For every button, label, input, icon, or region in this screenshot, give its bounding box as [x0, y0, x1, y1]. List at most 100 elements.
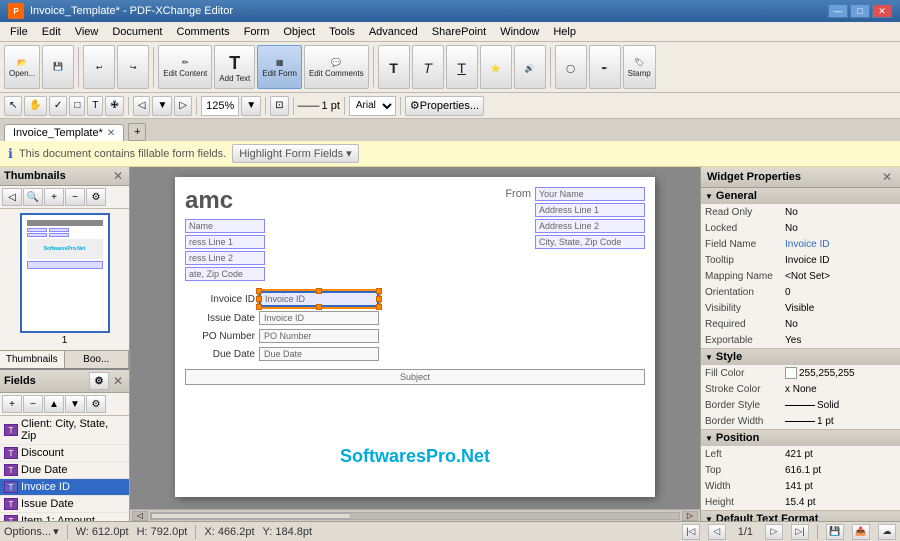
- menu-sharepoint[interactable]: SharePoint: [426, 24, 492, 40]
- tab-close-button[interactable]: ✕: [107, 128, 115, 139]
- fields-move-down-button[interactable]: ▼: [65, 395, 85, 413]
- nav-next-button[interactable]: ▷: [174, 96, 192, 116]
- menu-form[interactable]: Form: [238, 24, 276, 40]
- font-select[interactable]: Arial: [349, 96, 396, 116]
- tab-invoice-template[interactable]: Invoice_Template* ✕: [4, 124, 124, 141]
- cloud-status-button[interactable]: ☁: [878, 524, 896, 540]
- select-tool-button[interactable]: ↖: [4, 96, 22, 116]
- share-status-button[interactable]: 📤: [852, 524, 870, 540]
- field-item-issue-date[interactable]: T Issue Date: [0, 496, 129, 513]
- style-section-header[interactable]: ▼ Style: [701, 349, 900, 365]
- issue-date-field[interactable]: Invoice ID: [259, 311, 379, 325]
- widget-properties-close-button[interactable]: ✕: [880, 170, 894, 184]
- menu-window[interactable]: Window: [494, 24, 545, 40]
- minimize-button[interactable]: —: [828, 4, 848, 18]
- open-button[interactable]: 📂 Open...: [4, 45, 40, 89]
- thumbnails-tab[interactable]: Thumbnails: [0, 351, 65, 368]
- stamp-button[interactable]: 🏷 Stamp: [623, 45, 656, 89]
- fields-close-button[interactable]: ✕: [111, 372, 125, 390]
- scroll-thumb-h[interactable]: [151, 513, 351, 519]
- fields-move-up-button[interactable]: ▲: [44, 395, 64, 413]
- pen-button[interactable]: ✒: [589, 45, 621, 89]
- save-status-button[interactable]: 💾: [826, 524, 844, 540]
- field-item-invoice-id[interactable]: T Invoice ID: [0, 479, 129, 496]
- menu-help[interactable]: Help: [547, 24, 582, 40]
- zoom-dropdown-button[interactable]: ▼: [241, 96, 261, 116]
- properties-button[interactable]: ⚙ Properties...: [405, 96, 484, 116]
- thumbnails-close-button[interactable]: ✕: [111, 169, 125, 183]
- text-italic-button[interactable]: T: [412, 45, 444, 89]
- nav-first-button[interactable]: |◁: [682, 524, 700, 540]
- menu-advanced[interactable]: Advanced: [363, 24, 424, 40]
- nav-prev-button[interactable]: ◁: [133, 96, 151, 116]
- field-address2-left[interactable]: ress Line 2: [185, 251, 265, 265]
- fit-page-button[interactable]: ⊡: [270, 96, 288, 116]
- fill-color-value: 255,255,255: [799, 368, 896, 379]
- check-button[interactable]: ✓: [49, 96, 67, 116]
- type-button[interactable]: T: [87, 96, 103, 116]
- field-name-left[interactable]: Name: [185, 219, 265, 233]
- move-button[interactable]: ✙: [105, 96, 123, 116]
- nav-dropdown-button[interactable]: ▼: [152, 96, 172, 116]
- fields-remove-button[interactable]: −: [23, 395, 43, 413]
- field-address-line1[interactable]: Address Line 1: [535, 203, 645, 217]
- nav-prev-page-button[interactable]: ◁: [708, 524, 726, 540]
- add-text-button[interactable]: T Add Text: [214, 45, 255, 89]
- thumb-arrow-left[interactable]: ◁: [2, 188, 22, 206]
- fields-add-button[interactable]: +: [2, 395, 22, 413]
- close-button[interactable]: ✕: [872, 4, 892, 18]
- menu-file[interactable]: File: [4, 24, 34, 40]
- edit-form-button[interactable]: ▦ Edit Form: [257, 45, 302, 89]
- position-section-header[interactable]: ▼ Position: [701, 430, 900, 446]
- menu-object[interactable]: Object: [277, 24, 321, 40]
- menu-document[interactable]: Document: [106, 24, 168, 40]
- options-status[interactable]: Options... ▾: [4, 525, 59, 538]
- sound-button[interactable]: 🔊: [514, 45, 546, 89]
- zoom-field[interactable]: 125%: [201, 96, 239, 116]
- due-date-field[interactable]: Due Date: [259, 347, 379, 361]
- square-button[interactable]: □: [69, 96, 85, 116]
- horizontal-scrollbar[interactable]: ◁ ▷: [130, 509, 700, 521]
- highlight-form-fields-button[interactable]: Highlight Form Fields ▾: [232, 144, 358, 163]
- nav-last-button[interactable]: ▷|: [791, 524, 809, 540]
- text-bold-button[interactable]: T: [378, 45, 410, 89]
- general-section-header[interactable]: ▼ General: [701, 188, 900, 204]
- undo-button[interactable]: ↩: [83, 45, 115, 89]
- edit-comments-button[interactable]: 💬 Edit Comments: [304, 45, 369, 89]
- fields-settings-button[interactable]: ⚙: [89, 372, 109, 390]
- menu-comments[interactable]: Comments: [171, 24, 236, 40]
- star-button[interactable]: ⭐: [480, 45, 512, 89]
- scroll-right-button[interactable]: ▷: [682, 511, 698, 521]
- shapes-button[interactable]: ◯: [555, 45, 587, 89]
- po-number-field[interactable]: PO Number: [259, 329, 379, 343]
- thumb-plus[interactable]: +: [44, 188, 64, 206]
- field-address-line2[interactable]: Address Line 2: [535, 219, 645, 233]
- menu-view[interactable]: View: [69, 24, 105, 40]
- scroll-left-button[interactable]: ◁: [132, 511, 148, 521]
- thumbnail-page[interactable]: SoftwaresPro.Net 1: [20, 213, 110, 346]
- new-tab-button[interactable]: +: [128, 123, 146, 141]
- nav-next-page-button[interactable]: ▷: [765, 524, 783, 540]
- redo-button[interactable]: ↪: [117, 45, 149, 89]
- fields-options-button[interactable]: ⚙: [86, 395, 106, 413]
- menu-edit[interactable]: Edit: [36, 24, 67, 40]
- document-scroll[interactable]: amc Name ress Line 1 ress Line 2 ate, Zi…: [130, 167, 700, 541]
- field-city-left[interactable]: ate, Zip Code: [185, 267, 265, 281]
- field-item-due-date[interactable]: T Due Date: [0, 462, 129, 479]
- field-your-name[interactable]: Your Name: [535, 187, 645, 201]
- thumb-minus[interactable]: −: [65, 188, 85, 206]
- bookmarks-tab[interactable]: Boo...: [65, 351, 130, 368]
- subject-field[interactable]: Subject: [185, 369, 645, 385]
- save-button[interactable]: 💾: [42, 45, 74, 89]
- hand-tool-button[interactable]: ✋: [24, 96, 46, 116]
- thumb-zoom-out[interactable]: 🔍: [23, 188, 43, 206]
- menu-tools[interactable]: Tools: [323, 24, 361, 40]
- text-underline-button[interactable]: T: [446, 45, 478, 89]
- field-city-state-zip[interactable]: City, State, Zip Code: [535, 235, 645, 249]
- field-item-discount[interactable]: T Discount: [0, 445, 129, 462]
- edit-content-button[interactable]: ✏ Edit Content: [158, 45, 212, 89]
- maximize-button[interactable]: □: [850, 4, 870, 18]
- thumb-settings[interactable]: ⚙: [86, 188, 106, 206]
- field-item-client[interactable]: T Client: City, State, Zip: [0, 416, 129, 445]
- field-address1-left[interactable]: ress Line 1: [185, 235, 265, 249]
